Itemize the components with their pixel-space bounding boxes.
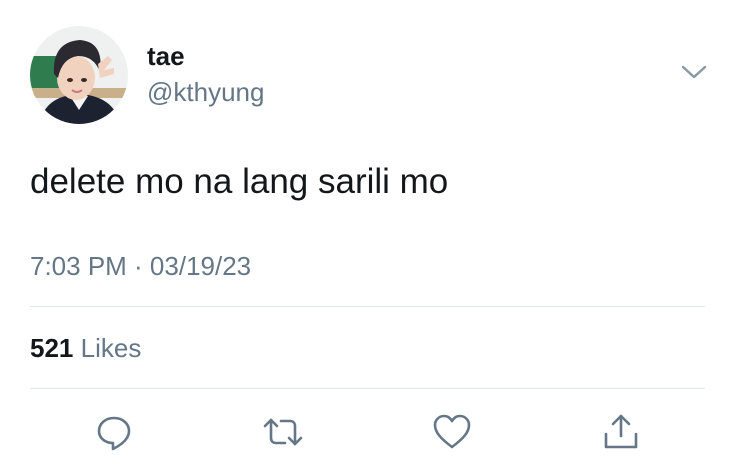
likes-stat[interactable]: 521 Likes [30, 331, 141, 365]
tweet-timestamp[interactable]: 7:03 PM · 03/19/23 [30, 249, 251, 283]
author-handle[interactable]: @kthyung [147, 76, 264, 108]
share-icon [601, 412, 641, 452]
retweet-icon [261, 412, 305, 452]
likes-count: 521 [30, 333, 74, 363]
tweet-card: tae @kthyung delete mo na lang sarili mo… [0, 0, 735, 475]
author-display-name[interactable]: tae [147, 40, 185, 72]
likes-label: Likes [80, 333, 142, 363]
divider [30, 306, 705, 307]
like-button[interactable] [430, 410, 474, 454]
share-button[interactable] [599, 410, 643, 454]
reply-icon [94, 412, 134, 452]
tweet-text: delete mo na lang sarili mo [30, 162, 449, 201]
heart-icon [432, 412, 472, 452]
retweet-button[interactable] [261, 410, 305, 454]
divider [30, 388, 705, 389]
reply-button[interactable] [92, 410, 136, 454]
avatar[interactable] [30, 26, 128, 124]
chevron-down-icon[interactable] [680, 62, 708, 82]
